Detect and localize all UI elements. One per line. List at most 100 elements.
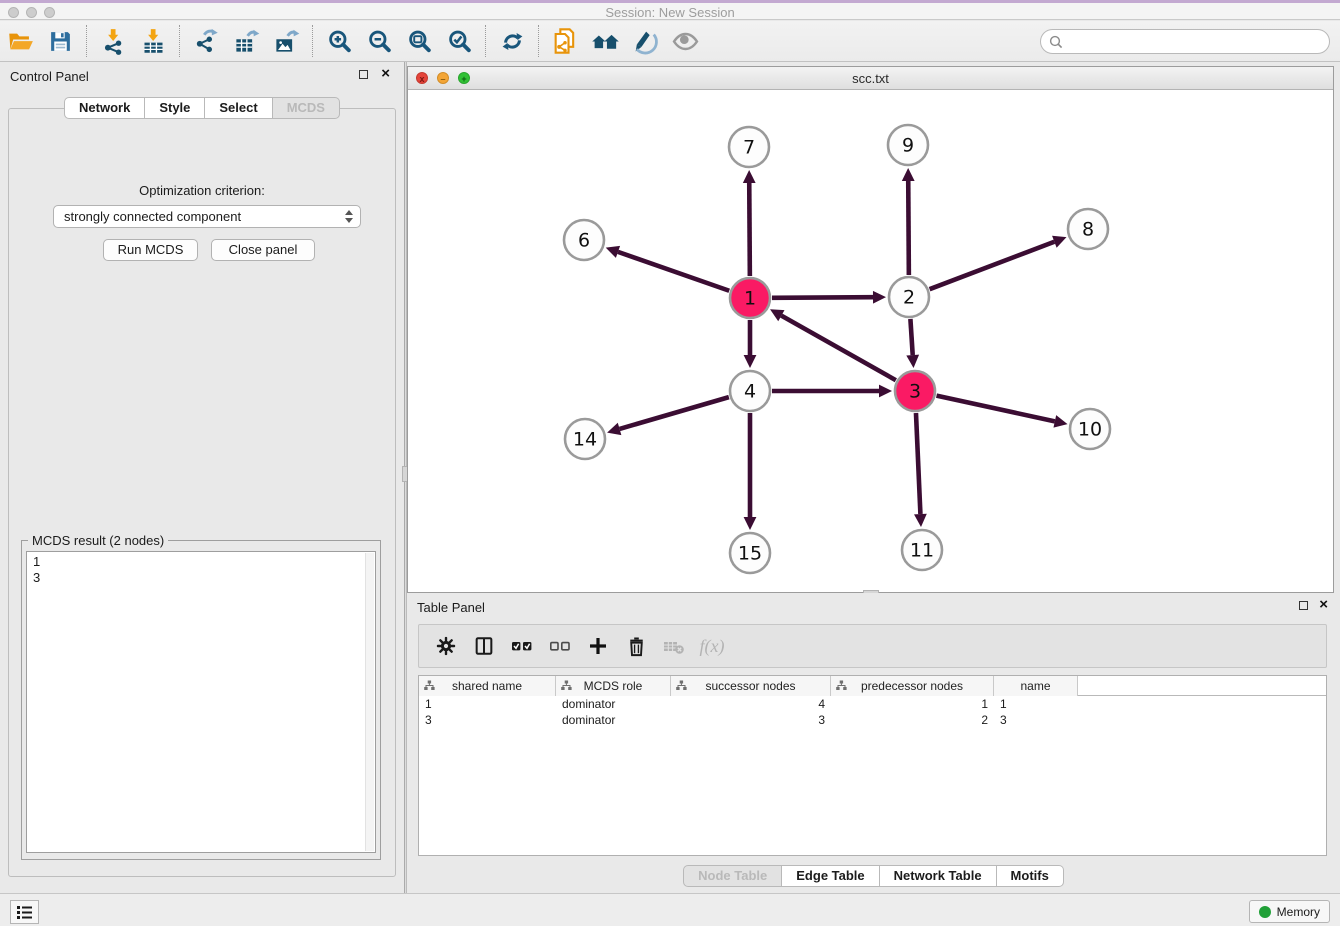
close-panel-icon[interactable]: × <box>381 65 390 83</box>
open-file-button[interactable] <box>0 24 40 58</box>
network-window-titlebar[interactable]: x – + scc.txt <box>408 67 1333 90</box>
result-item[interactable]: 3 <box>33 570 369 586</box>
column-header-MCDS-role[interactable]: MCDS role <box>556 676 671 696</box>
criterion-select[interactable]: strongly connected component <box>53 205 361 228</box>
criterion-select-value: strongly connected component <box>64 209 241 224</box>
tab-select[interactable]: Select <box>205 97 272 119</box>
graph-edge-3-1[interactable] <box>781 316 895 381</box>
result-scrollbar[interactable] <box>365 553 374 851</box>
column-label: MCDS role <box>556 679 670 693</box>
deselect-all-button[interactable] <box>541 629 579 663</box>
tab-style[interactable]: Style <box>145 97 205 119</box>
table-toolbar: f(x) <box>418 624 1327 668</box>
graph-edge-3-11[interactable] <box>916 413 920 514</box>
table-settings-button[interactable] <box>427 629 465 663</box>
eye-button[interactable] <box>665 24 705 58</box>
paintbrush-slash-button[interactable] <box>625 24 665 58</box>
import-table-button[interactable] <box>133 24 173 58</box>
table-cell[interactable]: 1 <box>831 696 994 712</box>
tab-mcds[interactable]: MCDS <box>273 97 340 119</box>
zoom-selected-icon <box>446 28 473 55</box>
column-label: successor nodes <box>671 679 830 693</box>
graph-edge-2-3[interactable] <box>910 319 912 355</box>
column-header-shared-name[interactable]: shared name <box>419 676 556 696</box>
table-cell[interactable]: 3 <box>671 712 831 728</box>
table-delete-icon <box>662 634 686 658</box>
zoom-out-button[interactable] <box>359 24 399 58</box>
column-header-predecessor-nodes[interactable]: predecessor nodes <box>831 676 994 696</box>
status-menu-button[interactable] <box>10 900 39 924</box>
mcds-panel: Optimization criterion: strongly connect… <box>8 108 396 877</box>
export-image-button[interactable] <box>266 24 306 58</box>
refresh-button[interactable] <box>492 24 532 58</box>
network-desktop: x – + scc.txt 7968124314101511 Table Pan… <box>407 62 1340 893</box>
create-column-button[interactable] <box>579 629 617 663</box>
memory-button[interactable]: Memory <box>1249 900 1330 923</box>
graph-edge-2-8[interactable] <box>930 242 1055 289</box>
network-view-window: x – + scc.txt 7968124314101511 <box>407 66 1334 593</box>
column-header-successor-nodes[interactable]: successor nodes <box>671 676 831 696</box>
network-canvas[interactable]: 7968124314101511 <box>408 90 1333 592</box>
zoom-fit-icon <box>406 28 433 55</box>
export-table-icon <box>233 28 260 55</box>
export-network-icon <box>193 28 220 55</box>
delete-column-button[interactable] <box>617 629 655 663</box>
table-cell[interactable]: 2 <box>831 712 994 728</box>
delete-table-button[interactable] <box>655 629 693 663</box>
mcds-result-list[interactable]: 13 <box>26 551 376 853</box>
column-header-name[interactable]: name <box>994 676 1078 696</box>
graph-edge-arrow <box>902 168 915 181</box>
tab-network-table[interactable]: Network Table <box>880 865 997 887</box>
graph-edge-3-10[interactable] <box>936 396 1054 422</box>
tab-edge-table[interactable]: Edge Table <box>782 865 879 887</box>
houses-button[interactable] <box>585 24 625 58</box>
zoom-fit-button[interactable] <box>399 24 439 58</box>
export-table-button[interactable] <box>226 24 266 58</box>
import-network-icon <box>100 28 127 55</box>
tab-network[interactable]: Network <box>64 97 145 119</box>
table-row[interactable]: 1dominator411 <box>419 696 1326 712</box>
table-cell[interactable]: 1 <box>419 696 556 712</box>
graph-edge-1-6[interactable] <box>618 252 729 291</box>
export-image-icon <box>273 28 300 55</box>
import-network-button[interactable] <box>93 24 133 58</box>
tab-node-table[interactable]: Node Table <box>683 865 782 887</box>
zoom-selected-button[interactable] <box>439 24 479 58</box>
graph-edge-4-14[interactable] <box>620 397 729 429</box>
graph-edge-1-2[interactable] <box>772 297 873 298</box>
graph-node-label: 4 <box>744 381 756 403</box>
show-column-button[interactable] <box>465 629 503 663</box>
close-panel-button[interactable]: Close panel <box>211 239 315 261</box>
result-item[interactable]: 1 <box>33 554 369 570</box>
duplicate-network-button[interactable] <box>545 24 585 58</box>
select-all-button[interactable] <box>503 629 541 663</box>
table-cell[interactable]: 4 <box>671 696 831 712</box>
gear-icon <box>435 635 457 657</box>
float-panel-icon[interactable] <box>1299 601 1308 610</box>
run-mcds-button[interactable]: Run MCDS <box>103 239 198 261</box>
close-panel-icon[interactable]: × <box>1319 596 1328 614</box>
split-columns-icon <box>473 635 495 657</box>
function-builder-button[interactable]: f(x) <box>693 629 731 663</box>
table-panel-title: Table Panel <box>417 600 485 615</box>
export-network-button[interactable] <box>186 24 226 58</box>
table-cell[interactable]: dominator <box>556 696 671 712</box>
table-cell[interactable]: 3 <box>994 712 1078 728</box>
table-cell[interactable]: dominator <box>556 712 671 728</box>
table-row[interactable]: 3dominator323 <box>419 712 1326 728</box>
search-input[interactable] <box>1040 29 1330 54</box>
window-title: Session: New Session <box>0 5 1340 20</box>
float-panel-icon[interactable] <box>359 70 368 79</box>
zoom-in-button[interactable] <box>319 24 359 58</box>
graph-node-label: 1 <box>744 288 756 310</box>
graph-edge-2-9[interactable] <box>908 181 909 275</box>
zoom-out-icon <box>366 28 393 55</box>
table-cell[interactable]: 3 <box>419 712 556 728</box>
paintbrush-slash-icon <box>631 27 659 55</box>
tab-motifs[interactable]: Motifs <box>997 865 1064 887</box>
table-cell[interactable]: 1 <box>994 696 1078 712</box>
save-session-button[interactable] <box>40 24 80 58</box>
list-icon <box>16 904 33 921</box>
graph-edge-1-7[interactable] <box>749 183 750 276</box>
refresh-icon <box>499 28 526 55</box>
